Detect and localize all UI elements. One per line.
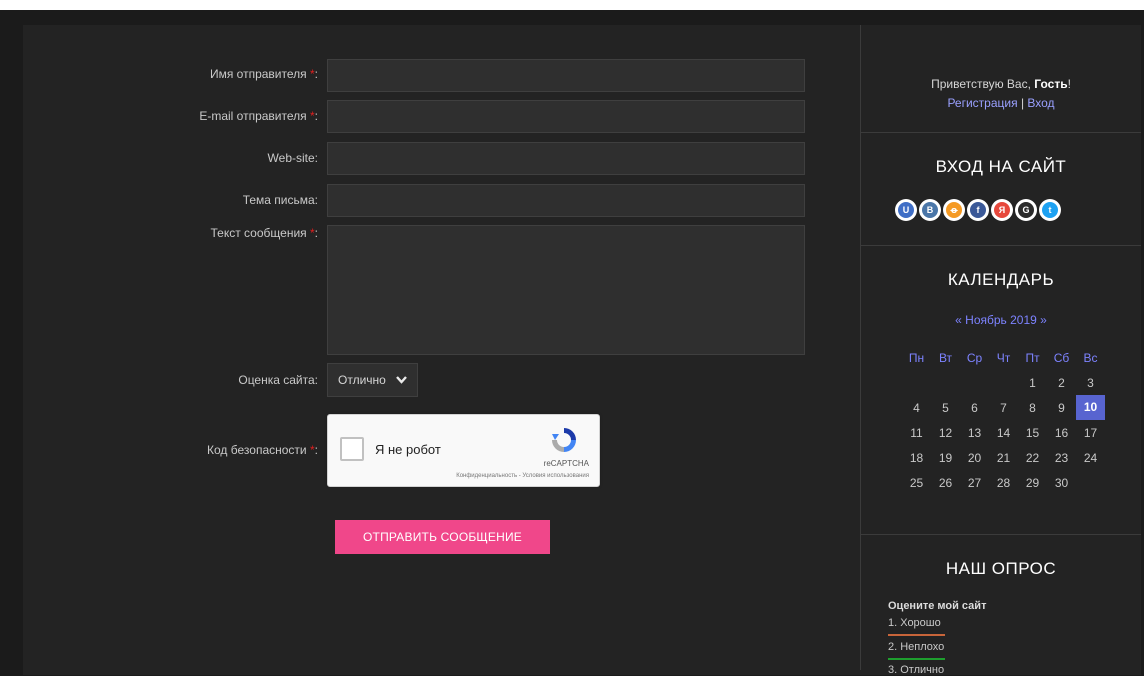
poll-result-bar [888,658,945,660]
calendar-day[interactable]: 28 [989,476,1018,490]
email-input[interactable] [327,100,805,133]
calendar-day[interactable]: 2 [1047,376,1076,390]
calendar-day[interactable]: 19 [931,451,960,465]
calendar-day[interactable]: 25 [902,476,931,490]
sidebar-separator [861,534,1141,535]
guest-name: Гость [1034,77,1068,91]
calendar-day[interactable]: 6 [960,401,989,415]
poll-option[interactable]: 2. Неплохо [888,641,944,653]
captcha-checkbox[interactable] [340,437,364,461]
calendar-day[interactable]: 22 [1018,451,1047,465]
facebook-icon[interactable]: f [967,199,989,221]
calendar-day[interactable]: 30 [1047,476,1076,490]
calendar-day[interactable]: 1 [1018,376,1047,390]
recaptcha-logo-icon [552,428,576,452]
rating-select[interactable]: Отлично [327,363,418,397]
captcha-checkbox-label: Я не робот [375,442,441,457]
calendar-month-link[interactable]: Ноябрь 2019 [965,313,1037,327]
calendar-weekday: Сб [1053,350,1070,365]
submit-button[interactable]: ОТПРАВИТЬ СООБЩЕНИЕ [335,520,550,554]
rating-label: Оценка сайта: [238,373,318,387]
calendar-day[interactable]: 23 [1047,451,1076,465]
calendar-weekday: Ср [966,350,983,365]
social-login-buttons: U B ꝋ f Я G t [895,199,1063,223]
calendar-weekday: Пт [1025,350,1040,365]
poll-question: Оцените мой сайт [888,600,987,612]
calendar-weekday: Чт [996,350,1011,365]
calendar-day[interactable]: 4 [902,401,931,415]
name-input[interactable] [327,59,805,92]
calendar-day[interactable]: 12 [931,426,960,440]
vk-icon[interactable]: B [919,199,941,221]
security-label: Код безопасности *: [207,443,318,457]
calendar-week-row: 4 5 6 7 8 9 10 [902,395,1105,420]
welcome-text: Приветствую Вас, Гость! [931,77,1071,91]
calendar-week-row: 18 19 20 21 22 23 24 [902,445,1105,470]
calendar-day[interactable]: 27 [960,476,989,490]
calendar-day[interactable]: 15 [1018,426,1047,440]
odnoklassniki-icon[interactable]: ꝋ [943,199,965,221]
website-label: Web-site: [267,151,318,165]
calendar-day[interactable]: 3 [1076,376,1105,390]
calendar-today[interactable]: 10 [1076,395,1105,420]
login-link[interactable]: Вход [1027,96,1054,110]
calendar-grid: Пн Вт Ср Чт Пт Сб Вс 1 2 3 4 5 6 7 8 9 10 11 12 13 14 15 16 17 1… [902,345,1105,495]
subject-input[interactable] [327,184,805,217]
message-textarea[interactable] [327,225,805,355]
auth-links: Регистрация | Вход [947,96,1055,110]
ucoz-icon[interactable]: U [895,199,917,221]
calendar-weekday: Пн [908,350,925,365]
calendar-weekday: Вс [1083,350,1098,365]
calendar-day[interactable]: 11 [902,426,931,440]
calendar-day[interactable]: 16 [1047,426,1076,440]
calendar-day[interactable]: 21 [989,451,1018,465]
calendar-weekday-row: Пн Вт Ср Чт Пт Сб Вс [902,345,1105,370]
calendar-day[interactable]: 29 [1018,476,1047,490]
website-input[interactable] [327,142,805,175]
twitter-icon[interactable]: t [1039,199,1061,221]
sidebar-separator [861,245,1141,246]
recaptcha-terms-link[interactable]: Конфиденциальность - Условия использован… [456,473,589,479]
message-label: Текст сообщения *: [210,226,319,240]
calendar-week-row: 25 26 27 28 29 30 [902,470,1105,495]
calendar-day[interactable]: 20 [960,451,989,465]
calendar-day[interactable]: 18 [902,451,931,465]
sidebar-separator [861,132,1141,133]
register-link[interactable]: Регистрация [947,96,1017,110]
rating-select-value: Отлично [338,373,386,387]
subject-label: Тема письма: [242,193,318,207]
calendar-week-row: 123 [902,370,1105,395]
recaptcha-brand: reCAPTCHA [543,459,589,468]
calendar-month-nav: « Ноябрь 2019 » [861,313,1141,327]
poll-result-bar [888,634,945,636]
calendar-day[interactable]: 13 [960,426,989,440]
calendar-day[interactable]: 8 [1018,401,1047,415]
name-label: Имя отправителя *: [209,67,318,81]
email-label: E-mail отправителя *: [199,109,318,123]
google-icon[interactable]: G [1015,199,1037,221]
calendar-weekday: Вт [938,350,953,365]
calendar-day[interactable]: 14 [989,426,1018,440]
calendar-day[interactable]: 9 [1047,401,1076,415]
calendar-title: КАЛЕНДАРЬ [947,270,1055,289]
calendar-day[interactable]: 7 [989,401,1018,415]
yandex-icon[interactable]: Я [991,199,1013,221]
calendar-week-row: 11 12 13 14 15 16 17 [902,420,1105,445]
calendar-day[interactable]: 26 [931,476,960,490]
top-bar [0,0,1144,10]
calendar-next-link[interactable]: » [1040,313,1047,327]
poll-title: НАШ ОПРОС [945,559,1057,578]
calendar-day[interactable]: 17 [1076,426,1105,440]
login-title: ВХОД НА САЙТ [935,157,1067,176]
recaptcha-widget: Я не робот reCAPTCHA Конфиденциальность … [327,414,600,487]
calendar-day[interactable]: 24 [1076,451,1105,465]
chevron-down-icon [396,364,407,408]
poll-option[interactable]: 1. Хорошо [888,617,941,629]
poll-option[interactable]: 3. Отлично [888,664,944,676]
calendar-day[interactable]: 5 [931,401,960,415]
calendar-prev-link[interactable]: « [955,313,962,327]
